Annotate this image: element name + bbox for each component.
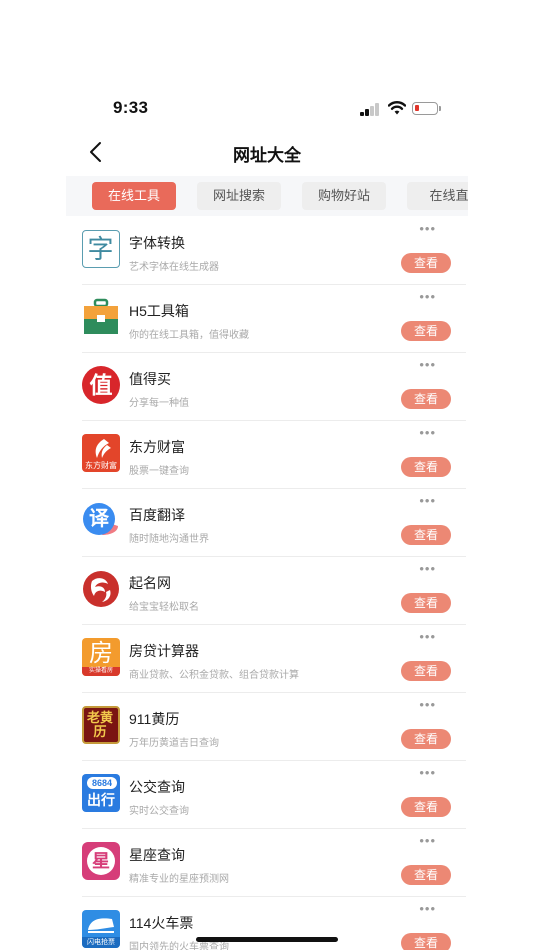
item-desc: 随时随地沟通世界: [129, 534, 209, 545]
item-title: H5工具箱: [129, 303, 189, 319]
font-convert-icon: 字: [82, 230, 120, 268]
smzdm-icon: 值: [82, 366, 120, 404]
more-icon[interactable]: •••: [419, 221, 436, 236]
view-button[interactable]: 查看: [401, 321, 451, 341]
item-desc: 精准专业的星座预测网: [129, 874, 229, 885]
item-title: 百度翻译: [129, 507, 185, 523]
battery-icon: [412, 102, 441, 115]
more-icon[interactable]: •••: [419, 561, 436, 576]
more-icon[interactable]: •••: [419, 289, 436, 304]
site-list: 字 字体转换 艺术字体在线生成器 ••• 查看 H5工具箱 你的在线工具箱，值得…: [82, 217, 466, 950]
list-item[interactable]: 房 实操看房 房贷计算器 商业贷款、公积金贷款、组合贷款计算 ••• 查看: [82, 625, 466, 693]
view-button[interactable]: 查看: [401, 797, 451, 817]
tab-url-search[interactable]: 网址搜索: [197, 182, 281, 210]
item-desc: 你的在线工具箱，值得收藏: [129, 330, 249, 341]
cellular-signal-icon: [360, 102, 380, 116]
view-button[interactable]: 查看: [401, 593, 451, 613]
list-item[interactable]: 东方财富 东方财富 股票一键查询 ••• 查看: [82, 421, 466, 489]
item-desc: 分享每一种值: [129, 398, 189, 409]
naming-icon: [82, 570, 120, 608]
home-indicator[interactable]: [196, 937, 338, 942]
baidu-translate-icon: 译: [82, 502, 120, 540]
nav-bar: 网址大全: [0, 130, 534, 174]
item-title: 起名网: [129, 575, 171, 591]
tab-shopping-sites[interactable]: 购物好站: [302, 182, 386, 210]
mortgage-calculator-icon: 房 实操看房: [82, 638, 120, 676]
more-icon[interactable]: •••: [419, 901, 436, 916]
item-title: 字体转换: [129, 235, 185, 251]
item-desc: 股票一键查询: [129, 466, 189, 477]
horoscope-icon: 星: [82, 842, 120, 880]
eastmoney-icon: 东方财富: [82, 434, 120, 472]
item-desc: 给宝宝轻松取名: [129, 602, 199, 613]
status-bar: 9:33: [0, 0, 534, 130]
more-icon[interactable]: •••: [419, 833, 436, 848]
tab-online-tools[interactable]: 在线工具: [92, 182, 176, 210]
train-ticket-icon: 闪电抢票: [82, 910, 120, 948]
list-item[interactable]: 译 百度翻译 随时随地沟通世界 ••• 查看: [82, 489, 466, 557]
more-icon[interactable]: •••: [419, 697, 436, 712]
item-title: 公交查询: [129, 779, 185, 795]
list-item[interactable]: 星 星座查询 精准专业的星座预测网 ••• 查看: [82, 829, 466, 897]
list-item[interactable]: 8684 出行 公交查询 实时公交查询 ••• 查看: [82, 761, 466, 829]
view-button[interactable]: 查看: [401, 933, 451, 950]
item-title: 房贷计算器: [129, 643, 199, 659]
more-icon[interactable]: •••: [419, 493, 436, 508]
view-button[interactable]: 查看: [401, 457, 451, 477]
tab-online-live[interactable]: 在线直: [407, 182, 468, 210]
view-button[interactable]: 查看: [401, 525, 451, 545]
category-tabs[interactable]: 在线工具 网址搜索 购物好站 在线直: [66, 176, 468, 216]
more-icon[interactable]: •••: [419, 765, 436, 780]
item-desc: 商业贷款、公积金贷款、组合贷款计算: [129, 670, 299, 681]
item-desc: 万年历黄道吉日查询: [129, 738, 219, 749]
almanac-icon: 老黄历: [82, 706, 120, 744]
view-button[interactable]: 查看: [401, 865, 451, 885]
more-icon[interactable]: •••: [419, 357, 436, 372]
more-icon[interactable]: •••: [419, 425, 436, 440]
list-item[interactable]: 起名网 给宝宝轻松取名 ••• 查看: [82, 557, 466, 625]
item-title: 911黄历: [129, 711, 180, 727]
wifi-icon: [388, 101, 406, 115]
list-item[interactable]: 闪电抢票 114火车票 国内领先的火车票查询 ••• 查看: [82, 897, 466, 950]
more-icon[interactable]: •••: [419, 629, 436, 644]
bus-icon: 8684 出行: [82, 774, 120, 812]
item-desc: 实时公交查询: [129, 806, 189, 817]
view-button[interactable]: 查看: [401, 389, 451, 409]
toolbox-icon: [82, 298, 120, 336]
list-item[interactable]: H5工具箱 你的在线工具箱，值得收藏 ••• 查看: [82, 285, 466, 353]
item-desc: 艺术字体在线生成器: [129, 262, 219, 273]
item-title: 114火车票: [129, 915, 194, 931]
view-button[interactable]: 查看: [401, 729, 451, 749]
page-title: 网址大全: [233, 146, 301, 165]
view-button[interactable]: 查看: [401, 253, 451, 273]
list-item[interactable]: 字 字体转换 艺术字体在线生成器 ••• 查看: [82, 217, 466, 285]
list-item[interactable]: 值 值得买 分享每一种值 ••• 查看: [82, 353, 466, 421]
item-title: 值得买: [129, 371, 171, 387]
item-title: 星座查询: [129, 847, 185, 863]
view-button[interactable]: 查看: [401, 661, 451, 681]
status-time: 9:33: [113, 98, 149, 117]
list-item[interactable]: 老黄历 911黄历 万年历黄道吉日查询 ••• 查看: [82, 693, 466, 761]
item-title: 东方财富: [129, 439, 185, 455]
